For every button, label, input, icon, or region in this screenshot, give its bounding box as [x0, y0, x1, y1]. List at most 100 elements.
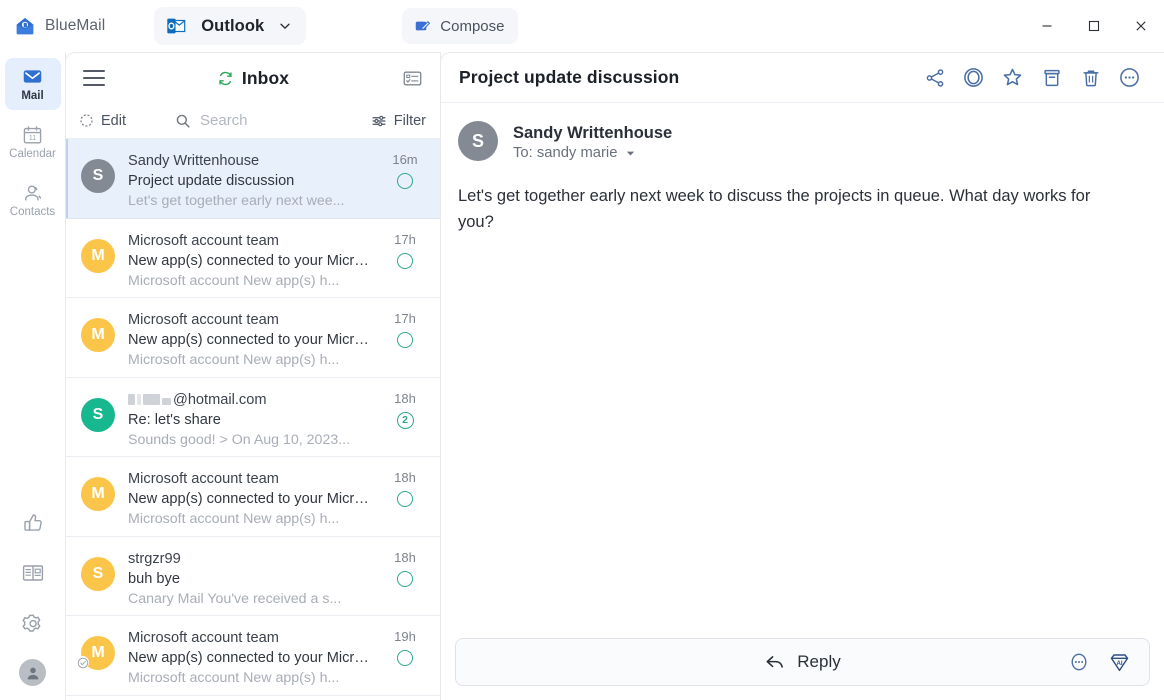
brand-name: BlueMail [45, 17, 105, 35]
avatar: S [81, 557, 115, 591]
table-row[interactable]: MMicrosoft account teamNew app(s) connec… [66, 616, 440, 696]
folder-title: Inbox [217, 68, 289, 89]
email-preview: Microsoft account New app(s) h... [128, 350, 371, 370]
reply-bar[interactable]: Reply [455, 638, 1150, 686]
table-row[interactable]: Sstrgzr99buh byeCanary Mail You've recei… [66, 537, 440, 617]
hamburger-menu-icon[interactable] [83, 70, 105, 86]
chevron-down-icon [278, 19, 292, 33]
mail-envelope-icon [20, 65, 45, 88]
star-icon[interactable] [1000, 65, 1025, 90]
table-row[interactable]: M Microsoft account teamNew app(s) connec… [66, 219, 440, 299]
compose-label: Compose [440, 18, 504, 35]
email-sender: Microsoft account team [128, 469, 371, 489]
search-icon [175, 113, 191, 129]
edit-button[interactable]: Edit [79, 113, 175, 129]
email-timestamp: 18h [394, 469, 416, 487]
outlook-logo-icon [165, 15, 187, 37]
avatar-wrapper: S [81, 557, 115, 591]
redacted-block [162, 398, 171, 405]
email-text: strgzr99buh byeCanary Mail You've receiv… [128, 548, 371, 609]
email-subject: Re: let's share [128, 410, 371, 430]
email-meta: 17h [384, 230, 426, 269]
search-input[interactable]: Search [175, 112, 371, 129]
avatar: M [81, 239, 115, 273]
page-title: Project update discussion [459, 67, 679, 88]
minimize-button[interactable] [1023, 0, 1070, 52]
recipient-row[interactable]: To: sandy marie [513, 145, 672, 161]
avatar: M [81, 318, 115, 352]
window-controls [1023, 0, 1164, 52]
message-sender-row: S Sandy Writtenhouse To: sandy marie [453, 121, 1144, 161]
email-timestamp: 18h [394, 390, 416, 408]
table-row[interactable]: S@hotmail.comRe: let's shareSounds good!… [66, 378, 440, 458]
calendar-icon: 11 [20, 123, 45, 146]
email-meta: 19h [384, 627, 426, 666]
unread-indicator[interactable] [397, 332, 413, 348]
sidebar-item-contacts[interactable]: Contacts [5, 174, 61, 226]
sync-refresh-icon[interactable] [217, 70, 234, 87]
close-button[interactable] [1117, 0, 1164, 52]
filter-button[interactable]: Filter [371, 113, 426, 129]
sidebar-item-contacts-label: Contacts [10, 206, 55, 219]
bluemail-logo-icon [14, 15, 36, 37]
unread-indicator[interactable] [397, 491, 413, 507]
sidebar-item-mail[interactable]: Mail [5, 58, 61, 110]
thread-count-badge[interactable]: 2 [397, 412, 414, 429]
redacted-block [137, 394, 141, 405]
sender-name: Microsoft account team [128, 231, 279, 251]
caret-down-icon[interactable] [625, 148, 636, 159]
email-list[interactable]: SSandy WrittenhouseProject update discus… [66, 139, 440, 700]
reply-label: Reply [797, 652, 840, 672]
email-timestamp: 18h [394, 549, 416, 567]
sidebar-item-calendar[interactable]: 11 Calendar [5, 116, 61, 168]
mark-unread-circle-icon[interactable] [961, 65, 986, 90]
table-row[interactable]: MMicrosoft account teamNew app(s) connec… [66, 457, 440, 537]
news-book-icon[interactable] [19, 559, 47, 587]
sender-name: Sandy Writtenhouse [128, 151, 259, 171]
archive-icon[interactable] [1039, 65, 1064, 90]
unread-indicator[interactable] [397, 173, 413, 189]
email-sender: Microsoft account team [128, 310, 371, 330]
svg-text:AI: AI [1116, 659, 1122, 666]
sender-name: @hotmail.com [173, 390, 266, 410]
email-subject: New app(s) connected to your Micros... [128, 251, 371, 271]
message-actions [922, 65, 1142, 90]
maximize-button[interactable] [1070, 0, 1117, 52]
gear-icon[interactable] [19, 609, 47, 637]
share-icon[interactable] [922, 65, 947, 90]
user-avatar-icon[interactable] [19, 659, 46, 686]
email-preview: Let's get together early next wee... [128, 191, 371, 211]
filter-sliders-icon [371, 113, 387, 129]
email-sender: Microsoft account team [128, 231, 371, 251]
email-timestamp: 17h [394, 310, 416, 328]
unread-indicator[interactable] [397, 650, 413, 666]
more-options-icon[interactable] [1067, 650, 1091, 674]
email-meta: 18h [384, 468, 426, 507]
compose-button[interactable]: Compose [402, 8, 518, 44]
avatar-wrapper: S [81, 398, 115, 432]
account-selector[interactable]: Outlook [154, 7, 306, 45]
sender-name: Microsoft account team [128, 310, 279, 330]
unread-indicator[interactable] [397, 571, 413, 587]
email-preview: Microsoft account New app(s) h... [128, 668, 371, 688]
avatar-wrapper: M [81, 239, 115, 273]
edit-label: Edit [101, 113, 126, 129]
email-text: Microsoft account teamNew app(s) connect… [128, 309, 371, 370]
avatar-wrapper: S [81, 159, 115, 193]
thumbs-up-icon[interactable] [19, 509, 47, 537]
search-placeholder: Search [200, 112, 248, 129]
avatar: S [458, 121, 498, 161]
avatar-wrapper: M [81, 318, 115, 352]
ai-gem-icon[interactable]: AI [1107, 650, 1131, 674]
email-meta: 16m [384, 150, 426, 189]
reply-button[interactable]: Reply [456, 651, 1149, 673]
unread-indicator[interactable] [397, 253, 413, 269]
table-row[interactable]: SSandy WrittenhouseProject update discus… [66, 139, 440, 219]
sidebar-item-calendar-label: Calendar [9, 148, 56, 161]
list-view-card-icon[interactable] [401, 67, 425, 89]
more-options-icon[interactable] [1117, 65, 1142, 90]
navigation-rail: Mail 11 Calendar [0, 52, 66, 700]
table-row[interactable]: M Microsoft account teamNew app(s) connec… [66, 298, 440, 378]
trash-icon[interactable] [1078, 65, 1103, 90]
sender-name: Sandy Writtenhouse [513, 122, 672, 144]
